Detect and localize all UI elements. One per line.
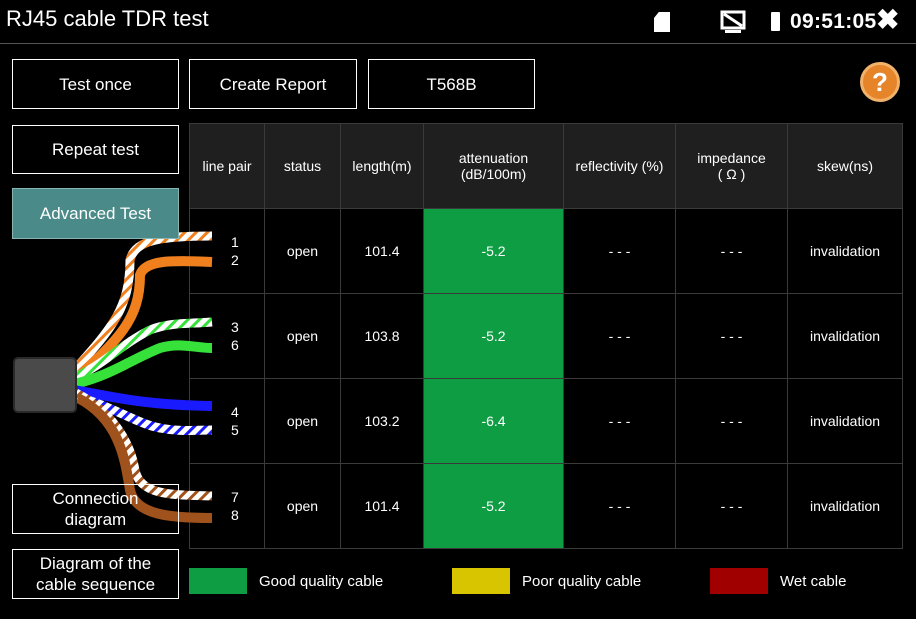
results-table: line pair status length(m) attenuation (… (189, 123, 903, 549)
reflectivity-cell: - - - (563, 293, 676, 379)
cable-sequence-label-1: Diagram of the (39, 554, 152, 573)
connection-diagram-label-1: Connection (52, 489, 139, 508)
skew-cell: invalidation (787, 378, 903, 464)
legend-poor: Poor quality cable (452, 568, 641, 594)
wiring-standard-button[interactable]: T568B (368, 59, 535, 109)
attenuation-cell: -5.2 (423, 208, 564, 294)
test-once-button[interactable]: Test once (12, 59, 179, 109)
legend-wet-swatch (710, 568, 768, 594)
attenuation-cell: -6.4 (423, 378, 564, 464)
close-icon[interactable]: ✖ (876, 6, 899, 34)
table-row: 7 8 open 101.4 -5.2 - - - - - - invalida… (189, 463, 903, 549)
length-cell: 101.4 (340, 463, 424, 549)
pin-a: 1 (231, 234, 239, 250)
reflectivity-cell: - - - (563, 378, 676, 464)
header-attenuation-label: attenuation (458, 150, 529, 166)
header-line-pair: line pair (189, 123, 265, 209)
header-reflectivity: reflectivity (%) (563, 123, 676, 209)
window-title: RJ45 cable TDR test (6, 6, 209, 31)
table-row: 4 5 open 103.2 -6.4 - - - - - - invalida… (189, 378, 903, 464)
pin-b: 5 (231, 422, 239, 438)
status-cell: open (264, 293, 341, 379)
battery-icon (771, 12, 780, 31)
table-row: 3 6 open 103.8 -5.2 - - - - - - invalida… (189, 293, 903, 379)
status-cell: open (264, 208, 341, 294)
sd-card-icon (654, 12, 670, 32)
header-impedance-label: impedance (697, 150, 766, 166)
screen-off-icon (720, 10, 746, 33)
help-book-icon[interactable]: ? (860, 62, 900, 102)
pin-a: 3 (231, 319, 239, 335)
header-attenuation: attenuation (dB/100m) (423, 123, 564, 209)
legend-wet-label: Wet cable (780, 572, 847, 590)
status-cell: open (264, 378, 341, 464)
header-impedance: impedance ( Ω ) (675, 123, 788, 209)
length-cell: 103.2 (340, 378, 424, 464)
reflectivity-cell: - - - (563, 208, 676, 294)
pin-a: 7 (231, 489, 239, 505)
legend-good: Good quality cable (189, 568, 383, 594)
pin-b: 2 (231, 252, 239, 268)
pair-cell: 1 2 (189, 208, 265, 294)
length-cell: 101.4 (340, 208, 424, 294)
cable-sequence-label-2: cable sequence (35, 575, 156, 594)
cable-sequence-button[interactable]: Diagram of the cable sequence (12, 549, 179, 599)
connection-diagram-label-2: diagram (64, 510, 127, 529)
table-row: 1 2 open 101.4 -5.2 - - - - - - invalida… (189, 208, 903, 294)
skew-cell: invalidation (787, 293, 903, 379)
create-report-button[interactable]: Create Report (189, 59, 357, 109)
connection-diagram-button[interactable]: Connection diagram (12, 484, 179, 534)
legend-wet: Wet cable (710, 568, 846, 594)
header-attenuation-unit: (dB/100m) (460, 166, 527, 182)
pin-b: 6 (231, 337, 239, 353)
impedance-cell: - - - (675, 378, 788, 464)
legend-good-label: Good quality cable (259, 572, 384, 590)
header-impedance-unit: ( Ω ) (717, 166, 746, 182)
length-cell: 103.8 (340, 293, 424, 379)
skew-cell: invalidation (787, 208, 903, 294)
pin-b: 8 (231, 507, 239, 523)
status-cell: open (264, 463, 341, 549)
pin-a: 4 (231, 404, 239, 420)
legend-good-swatch (189, 568, 247, 594)
repeat-test-button[interactable]: Repeat test (12, 125, 179, 174)
attenuation-cell: -5.2 (423, 463, 564, 549)
advanced-test-button[interactable]: Advanced Test (12, 188, 179, 239)
attenuation-cell: -5.2 (423, 293, 564, 379)
table-header-row: line pair status length(m) attenuation (… (189, 123, 903, 209)
legend-poor-swatch (452, 568, 510, 594)
impedance-cell: - - - (675, 208, 788, 294)
header-length: length(m) (340, 123, 424, 209)
title-bar: RJ45 cable TDR test 09:51:05 ✖ (0, 0, 916, 44)
header-status: status (264, 123, 341, 209)
legend-poor-label: Poor quality cable (522, 572, 642, 590)
impedance-cell: - - - (675, 463, 788, 549)
skew-cell: invalidation (787, 463, 903, 549)
clock: 09:51:05 (790, 10, 877, 33)
pair-cell: 4 5 (189, 378, 265, 464)
reflectivity-cell: - - - (563, 463, 676, 549)
pair-cell: 7 8 (189, 463, 265, 549)
impedance-cell: - - - (675, 293, 788, 379)
header-skew: skew(ns) (787, 123, 903, 209)
pair-cell: 3 6 (189, 293, 265, 379)
